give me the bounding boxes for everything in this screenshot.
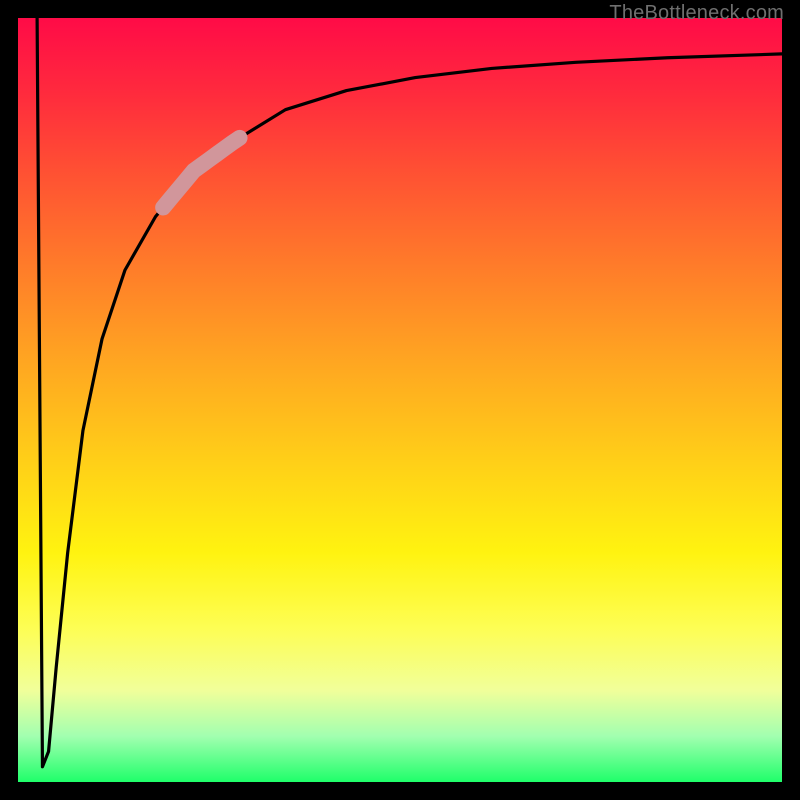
chart-container: TheBottleneck.com: [0, 0, 800, 800]
watermark-label: TheBottleneck.com: [609, 2, 784, 25]
plot-background-gradient: [18, 18, 782, 782]
